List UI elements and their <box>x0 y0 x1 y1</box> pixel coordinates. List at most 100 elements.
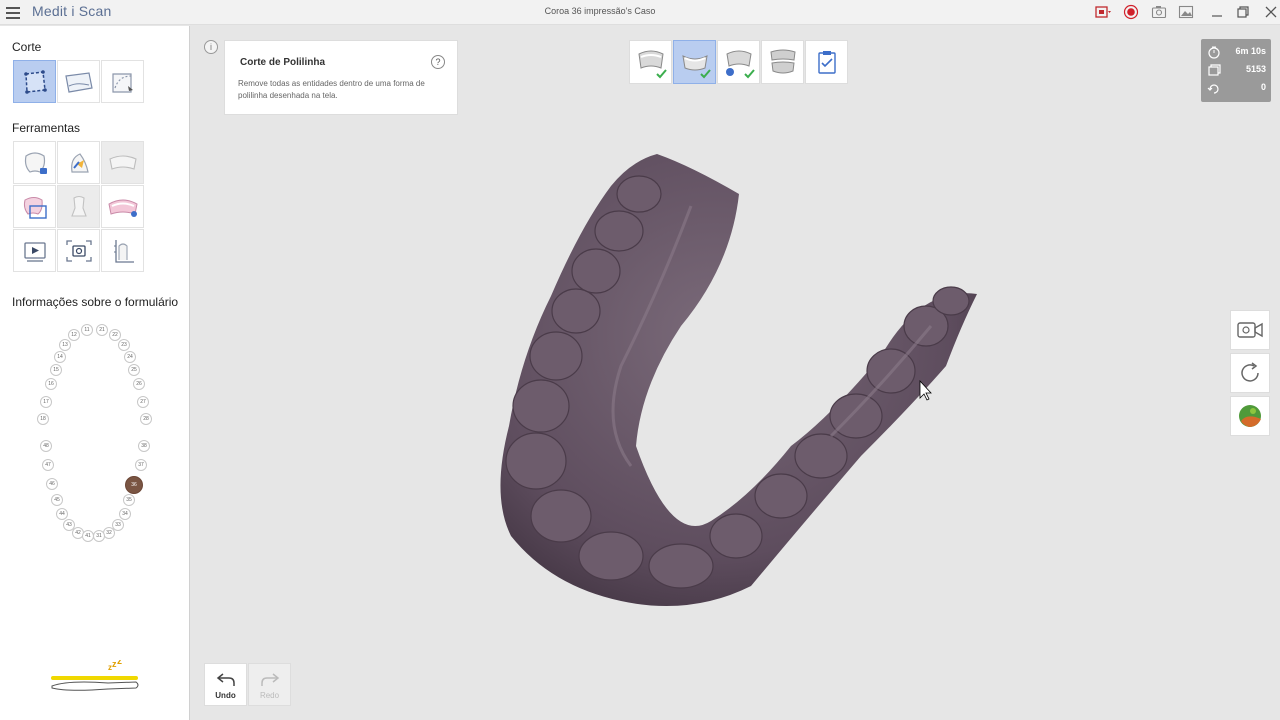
tooth-11[interactable]: 11 <box>81 324 93 336</box>
screen-record-icon[interactable] <box>1094 3 1112 21</box>
form-info-title: Informações sobre o formulário <box>12 295 179 309</box>
tooth-28[interactable]: 28 <box>140 413 152 425</box>
tooth-27[interactable]: 27 <box>137 396 149 408</box>
rotation-count: 0 <box>1260 82 1266 92</box>
preparation-icon <box>725 50 755 79</box>
capture-button[interactable] <box>57 229 100 272</box>
tooth-chart: 11 21 12 22 13 23 14 24 15 25 16 26 17 2… <box>30 322 160 552</box>
info-card-description: Remove todas as entidades dentro de uma … <box>238 79 425 100</box>
redo-button[interactable]: Redo <box>248 663 291 706</box>
tool-info-card: Corte de Polilinha ? Remove todas as ent… <box>224 40 458 115</box>
dental-scan-model <box>500 154 977 606</box>
undo-label: Undo <box>215 691 236 700</box>
stage-mandible-button[interactable] <box>673 40 716 84</box>
tooth-25[interactable]: 25 <box>128 364 140 376</box>
tooth-16[interactable]: 16 <box>45 378 57 390</box>
help-icon[interactable]: ? <box>431 55 445 69</box>
gallery-icon[interactable] <box>1177 3 1195 21</box>
tooth-12[interactable]: 12 <box>68 329 80 341</box>
tooth-34[interactable]: 34 <box>119 508 131 520</box>
polyline-cut-button[interactable] <box>13 60 56 103</box>
plane-cut-button[interactable] <box>57 60 100 103</box>
tooth-31[interactable]: 31 <box>93 530 105 542</box>
video-camera-icon <box>1237 322 1263 338</box>
tooth-35[interactable]: 35 <box>123 494 135 506</box>
stage-maxilla-button[interactable] <box>629 40 672 84</box>
document-title: Coroa 36 impressão's Caso <box>544 6 656 16</box>
abutment-tool-button[interactable] <box>57 185 100 228</box>
tooth-46[interactable]: 46 <box>46 478 58 490</box>
capture-camera-icon <box>65 239 92 262</box>
plane-cut-icon <box>64 71 93 93</box>
occlusion-icon <box>769 49 796 74</box>
frames-icon <box>1208 64 1221 76</box>
tooth-45[interactable]: 45 <box>51 494 63 506</box>
title-bar: Medit i Scan Coroa 36 impressão's Caso <box>0 0 1280 25</box>
measure-button[interactable] <box>101 229 144 272</box>
tooth-44[interactable]: 44 <box>56 508 68 520</box>
info-icon[interactable]: i <box>204 40 218 54</box>
screenshot-icon[interactable] <box>1150 3 1168 21</box>
left-sidebar: Corte Ferramentas Informações sobre o fo… <box>0 26 190 720</box>
gingiva-icon <box>107 199 138 217</box>
svg-text:z: z <box>117 660 122 667</box>
close-icon[interactable] <box>1262 3 1280 21</box>
scan-time: 6m 10s <box>1235 46 1266 56</box>
tooth-47[interactable]: 47 <box>42 459 54 471</box>
tooth-14[interactable]: 14 <box>54 351 66 363</box>
redo-icon <box>261 673 280 686</box>
tooth-26[interactable]: 26 <box>133 378 145 390</box>
tooth-36-selected[interactable]: 36 <box>125 476 143 494</box>
tooth-17[interactable]: 17 <box>40 396 52 408</box>
tools-section-title: Ferramentas <box>12 121 81 135</box>
undo-button[interactable]: Undo <box>204 663 247 706</box>
scanner-status: z z z <box>48 656 143 700</box>
playback-button[interactable] <box>13 229 56 272</box>
tooth-21[interactable]: 21 <box>96 324 108 336</box>
info-card-title: Corte de Polilinha <box>240 57 326 68</box>
lock-tool-button[interactable] <box>13 141 56 184</box>
gingiva-tool-button[interactable] <box>101 185 144 228</box>
tooth-37[interactable]: 37 <box>135 459 147 471</box>
smart-cut-icon <box>111 72 133 93</box>
scan-stats-panel: 6m 10s 5153 0 <box>1201 39 1271 102</box>
measure-icon <box>113 239 134 263</box>
3d-viewport[interactable] <box>191 26 1280 720</box>
scanner-battery-bar <box>51 676 138 680</box>
stage-preparation-button[interactable] <box>717 40 760 84</box>
play-video-icon <box>23 241 46 262</box>
polyline-cut-icon <box>23 69 47 94</box>
compare-tool-button[interactable] <box>13 185 56 228</box>
reliability-map-button[interactable] <box>1230 396 1270 436</box>
full-arch-icon <box>108 154 137 170</box>
abutment-icon <box>70 195 87 217</box>
timer-icon <box>1208 46 1220 59</box>
tooth-18[interactable]: 18 <box>37 413 49 425</box>
tooth-15[interactable]: 15 <box>50 364 62 376</box>
rotation-icon <box>1207 84 1219 94</box>
minimize-icon[interactable] <box>1208 3 1226 21</box>
stage-occlusion-button[interactable] <box>761 40 804 84</box>
undo-icon <box>216 673 235 686</box>
record-icon[interactable] <box>1122 3 1140 21</box>
arch-tool-button[interactable] <box>101 141 144 184</box>
fill-tool-button[interactable] <box>57 141 100 184</box>
maxilla-icon <box>637 50 667 79</box>
tooth-48[interactable]: 48 <box>40 440 52 452</box>
camera-view-button[interactable] <box>1230 310 1270 350</box>
frame-count: 5153 <box>1245 64 1266 74</box>
stage-review-button[interactable] <box>805 40 848 84</box>
tooth-lock-icon <box>24 151 47 174</box>
mandible-icon <box>681 55 711 79</box>
reset-view-button[interactable] <box>1230 353 1270 393</box>
scanner-sleep-icon: z z z <box>51 656 139 691</box>
tooth-13[interactable]: 13 <box>59 339 71 351</box>
redo-label: Redo <box>259 691 280 700</box>
tooth-24[interactable]: 24 <box>124 351 136 363</box>
restore-icon[interactable] <box>1234 3 1252 21</box>
smart-cut-button[interactable] <box>101 60 144 103</box>
tooth-38[interactable]: 38 <box>138 440 150 452</box>
tooth-23[interactable]: 23 <box>118 339 130 351</box>
tooth-22[interactable]: 22 <box>109 329 121 341</box>
color-map-icon <box>1239 405 1261 427</box>
